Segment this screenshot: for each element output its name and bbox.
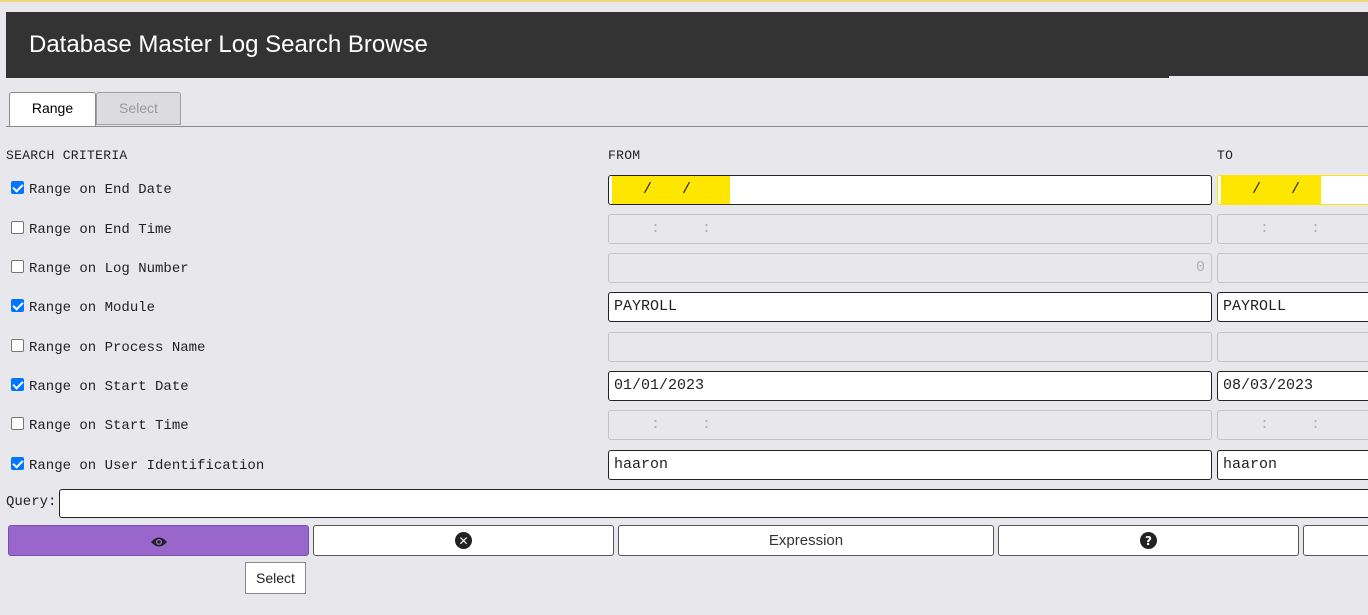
times-circle-icon: ✕ (455, 532, 472, 549)
row-module: Range on Module (11, 298, 155, 318)
row-start-date: Range on Start Date (11, 377, 189, 397)
log-number-checkbox[interactable] (11, 259, 24, 273)
select-tooltip: Select (245, 562, 306, 594)
end-date-label: Range on End Date (29, 182, 172, 198)
row-end-time: Range on End Time (11, 220, 172, 240)
start-time-to-input[interactable]: : : (1217, 410, 1368, 440)
end-time-from-input[interactable]: : : (608, 214, 1212, 244)
query-input[interactable] (59, 489, 1368, 518)
row-log-number: Range on Log Number (11, 259, 189, 279)
log-number-to-input[interactable] (1217, 253, 1368, 283)
end-date-from-input[interactable]: / / (608, 175, 1212, 205)
view-button[interactable] (8, 525, 309, 556)
expression-button[interactable]: Expression (618, 525, 994, 556)
page-title: Database Master Log Search Browse (6, 12, 1368, 78)
module-label: Range on Module (29, 300, 156, 316)
log-number-label: Range on Log Number (29, 261, 189, 277)
end-time-to-input[interactable]: : : (1217, 214, 1368, 244)
question-circle-icon: ? (1140, 532, 1157, 549)
header-search-criteria: SEARCH CRITERIA (6, 148, 128, 163)
clear-button[interactable]: ✕ (313, 525, 614, 556)
end-time-checkbox[interactable] (11, 220, 24, 234)
user-identification-to-input[interactable]: haaron (1217, 450, 1368, 480)
start-time-checkbox[interactable] (11, 416, 24, 430)
module-from-input[interactable]: PAYROLL (608, 292, 1212, 322)
header-from: FROM (608, 148, 641, 163)
start-date-checkbox[interactable] (11, 377, 24, 391)
tab-divider (6, 126, 1368, 127)
row-process-name: Range on Process Name (11, 338, 205, 358)
row-end-date: Range on End Date (11, 180, 172, 200)
start-date-from-input[interactable]: 01/01/2023 (608, 371, 1212, 401)
end-date-to-highlight: / / (1221, 176, 1321, 204)
start-date-to-input[interactable]: 08/03/2023 (1217, 371, 1368, 401)
header-to: TO (1217, 148, 1234, 163)
query-label: Query: (6, 494, 57, 510)
end-date-checkbox[interactable] (11, 180, 24, 194)
help-button[interactable]: ? (998, 525, 1299, 556)
process-name-to-input[interactable] (1217, 332, 1368, 362)
top-accent-line (0, 0, 1368, 2)
log-number-from-input[interactable]: 0 (608, 253, 1212, 283)
end-date-to-input[interactable]: / / (1217, 175, 1368, 205)
tab-select[interactable]: Select (96, 92, 181, 125)
titlebar-divider (1169, 76, 1368, 78)
module-checkbox[interactable] (11, 298, 24, 312)
user-identification-checkbox[interactable] (11, 456, 24, 470)
end-time-label: Range on End Time (29, 222, 172, 238)
extra-button[interactable] (1303, 525, 1368, 556)
process-name-checkbox[interactable] (11, 338, 24, 352)
start-time-from-input[interactable]: : : (608, 410, 1212, 440)
end-date-from-highlight: / / (612, 176, 730, 204)
module-to-input[interactable]: PAYROLL (1217, 292, 1368, 322)
row-start-time: Range on Start Time (11, 416, 189, 436)
eye-icon (150, 535, 168, 547)
tab-range[interactable]: Range (9, 92, 96, 127)
start-date-label: Range on Start Date (29, 379, 189, 395)
start-time-label: Range on Start Time (29, 418, 189, 434)
row-user-identification: Range on User Identification (11, 456, 264, 476)
user-identification-label: Range on User Identification (29, 458, 265, 474)
process-name-from-input[interactable] (608, 332, 1212, 362)
process-name-label: Range on Process Name (29, 340, 206, 356)
user-identification-from-input[interactable]: haaron (608, 450, 1212, 480)
